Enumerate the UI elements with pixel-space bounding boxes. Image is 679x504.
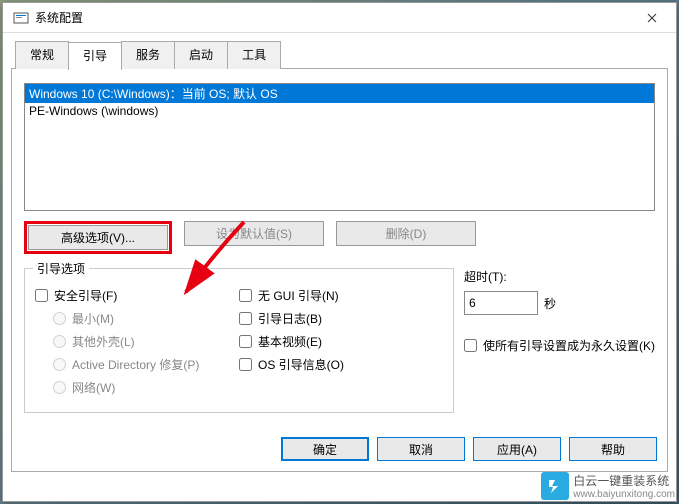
ok-button[interactable]: 确定 [281,437,369,461]
watermark-url: www.baiyunxitong.com [573,489,675,500]
titlebar: 系统配置 [3,3,676,33]
timeout-label: 超时(T): [464,268,655,285]
safe-boot-label: 安全引导(F) [54,287,117,304]
boot-entries-list[interactable]: Windows 10 (C:\Windows)：当前 OS; 默认 OS PE-… [24,83,655,211]
action-buttons: 高级选项(V)... 设为默认值(S) 删除(D) [24,221,655,254]
radio-ad-repair [53,358,66,371]
app-icon [13,10,29,26]
cancel-button[interactable]: 取消 [377,437,465,461]
close-button[interactable] [632,4,672,32]
watermark: 白云一键重装系统 www.baiyunxitong.com [541,472,675,500]
tabs-container: 常规 引导 服务 启动 工具 Windows 10 (C:\Windows)：当… [11,41,668,472]
apply-button[interactable]: 应用(A) [473,437,561,461]
radio-minimal [53,312,66,325]
safe-boot-checkbox[interactable] [35,289,48,302]
boot-log-checkbox[interactable] [239,312,252,325]
list-item[interactable]: PE-Windows (\windows) [25,103,654,119]
base-video-checkbox[interactable] [239,335,252,348]
left-column: 引导选项 安全引导(F) 最小(M) 其他外壳(L) Active D [24,268,454,413]
timeout-unit: 秒 [544,295,556,312]
highlight-advanced: 高级选项(V)... [24,221,172,254]
radio-alt-shell [53,335,66,348]
set-default-button[interactable]: 设为默认值(S) [184,221,324,246]
tab-general[interactable]: 常规 [15,41,69,69]
safe-boot-column: 安全引导(F) 最小(M) 其他外壳(L) Active Directory 修… [35,281,239,402]
system-config-dialog: 系统配置 常规 引导 服务 启动 工具 Windows 10 (C:\Windo… [2,2,677,502]
tabstrip: 常规 引导 服务 启动 工具 [15,41,668,69]
tab-tools[interactable]: 工具 [227,41,281,69]
permanent-checkbox[interactable] [464,339,477,352]
delete-button[interactable]: 删除(D) [336,221,476,246]
options-columns: 引导选项 安全引导(F) 最小(M) 其他外壳(L) Active D [24,268,655,413]
dialog-footer: 确定 取消 应用(A) 帮助 [281,437,657,461]
window-title: 系统配置 [35,9,632,26]
boot-flags-column: 无 GUI 引导(N) 引导日志(B) 基本视频(E) OS 引导信息(O) [239,281,443,402]
tab-services[interactable]: 服务 [121,41,175,69]
list-item[interactable]: Windows 10 (C:\Windows)：当前 OS; 默认 OS [25,84,654,103]
dialog-body: 常规 引导 服务 启动 工具 Windows 10 (C:\Windows)：当… [3,33,676,482]
advanced-options-button[interactable]: 高级选项(V)... [28,225,168,250]
no-gui-boot-checkbox[interactable] [239,289,252,302]
help-button[interactable]: 帮助 [569,437,657,461]
radio-network [53,381,66,394]
timeout-input[interactable] [464,291,538,315]
permanent-label: 使所有引导设置成为永久设置(K) [483,337,655,354]
tab-boot[interactable]: 引导 [68,42,122,70]
watermark-brand: 白云一键重装系统 [573,474,669,488]
right-column: 超时(T): 秒 使所有引导设置成为永久设置(K) [454,268,655,413]
tab-startup[interactable]: 启动 [174,41,228,69]
groupbox-title: 引导选项 [33,260,89,277]
os-boot-info-checkbox[interactable] [239,358,252,371]
boot-options-group: 引导选项 安全引导(F) 最小(M) 其他外壳(L) Active D [24,268,454,413]
tab-panel-boot: Windows 10 (C:\Windows)：当前 OS; 默认 OS PE-… [11,68,668,472]
watermark-logo-icon [541,472,569,500]
